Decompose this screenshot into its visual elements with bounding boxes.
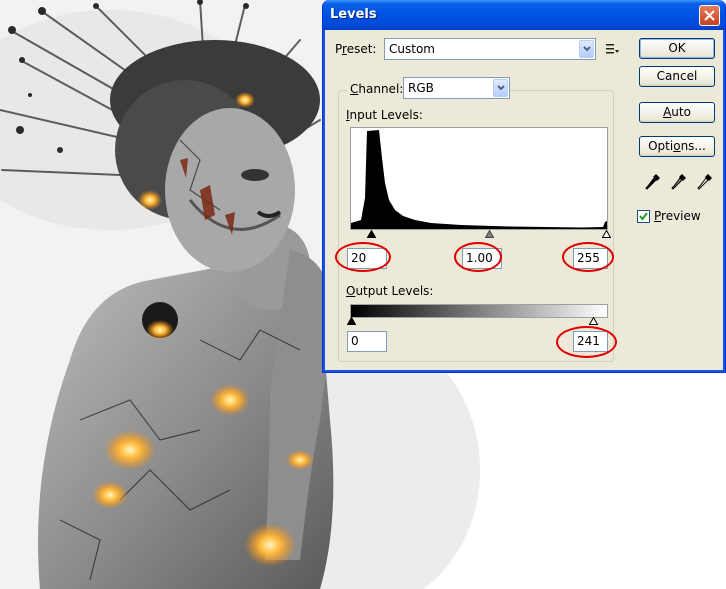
input-gamma-slider[interactable] <box>485 230 494 238</box>
histogram-shape <box>351 130 607 229</box>
output-black-field[interactable]: 0 <box>347 331 387 352</box>
input-white-slider[interactable] <box>602 230 611 238</box>
auto-button[interactable]: Auto <box>639 102 715 123</box>
preset-options-icon[interactable] <box>606 43 620 55</box>
options-button[interactable]: Options... <box>639 136 715 157</box>
chevron-down-icon <box>583 46 591 52</box>
output-gradient-bar <box>350 304 608 318</box>
channel-value: RGB <box>408 81 434 95</box>
output-black-value: 0 <box>351 334 359 348</box>
output-white-value: 241 <box>577 334 600 348</box>
input-gamma-value: 1.00 <box>466 251 493 265</box>
ok-button[interactable]: OK <box>639 38 715 59</box>
preview-checkbox[interactable] <box>637 210 650 223</box>
chevron-down-icon <box>497 85 505 91</box>
cancel-button[interactable]: Cancel <box>639 66 715 87</box>
white-eyedropper-icon[interactable] <box>697 173 713 191</box>
input-levels-label: Input Levels: <box>346 108 423 122</box>
title-bar[interactable]: Levels <box>323 0 725 30</box>
close-icon <box>704 10 715 21</box>
checkmark-icon <box>639 212 648 221</box>
input-black-value: 20 <box>351 251 367 265</box>
input-black-slider[interactable] <box>367 230 376 238</box>
channel-dropdown[interactable]: RGB <box>403 77 510 99</box>
input-white-value: 255 <box>577 251 600 265</box>
output-levels-label: Output Levels: <box>346 284 434 298</box>
black-eyedropper-icon[interactable] <box>645 173 661 191</box>
preview-label: Preview <box>654 209 701 223</box>
dialog-body: Preset: Custom Channel: RGB Input Levels… <box>325 30 723 371</box>
output-black-slider[interactable] <box>347 317 356 325</box>
preset-dropdown[interactable]: Custom <box>384 38 596 60</box>
output-white-slider[interactable] <box>589 317 598 325</box>
channel-dropdown-arrow[interactable] <box>493 79 508 97</box>
histogram <box>350 127 608 230</box>
levels-dialog: Levels Preset: Custom Channel: RGB Input… <box>322 0 726 373</box>
input-black-field[interactable]: 20 <box>347 248 387 269</box>
preset-label: Preset: <box>335 42 377 56</box>
output-white-field[interactable]: 241 <box>573 331 608 352</box>
preset-value: Custom <box>389 42 435 56</box>
dialog-title: Levels <box>330 7 377 22</box>
input-gamma-field[interactable]: 1.00 <box>462 248 502 269</box>
channel-label: Channel: <box>347 82 407 96</box>
input-white-field[interactable]: 255 <box>573 248 608 269</box>
gray-eyedropper-icon[interactable] <box>671 173 687 191</box>
close-button[interactable] <box>699 5 720 26</box>
preset-dropdown-arrow[interactable] <box>579 40 594 58</box>
